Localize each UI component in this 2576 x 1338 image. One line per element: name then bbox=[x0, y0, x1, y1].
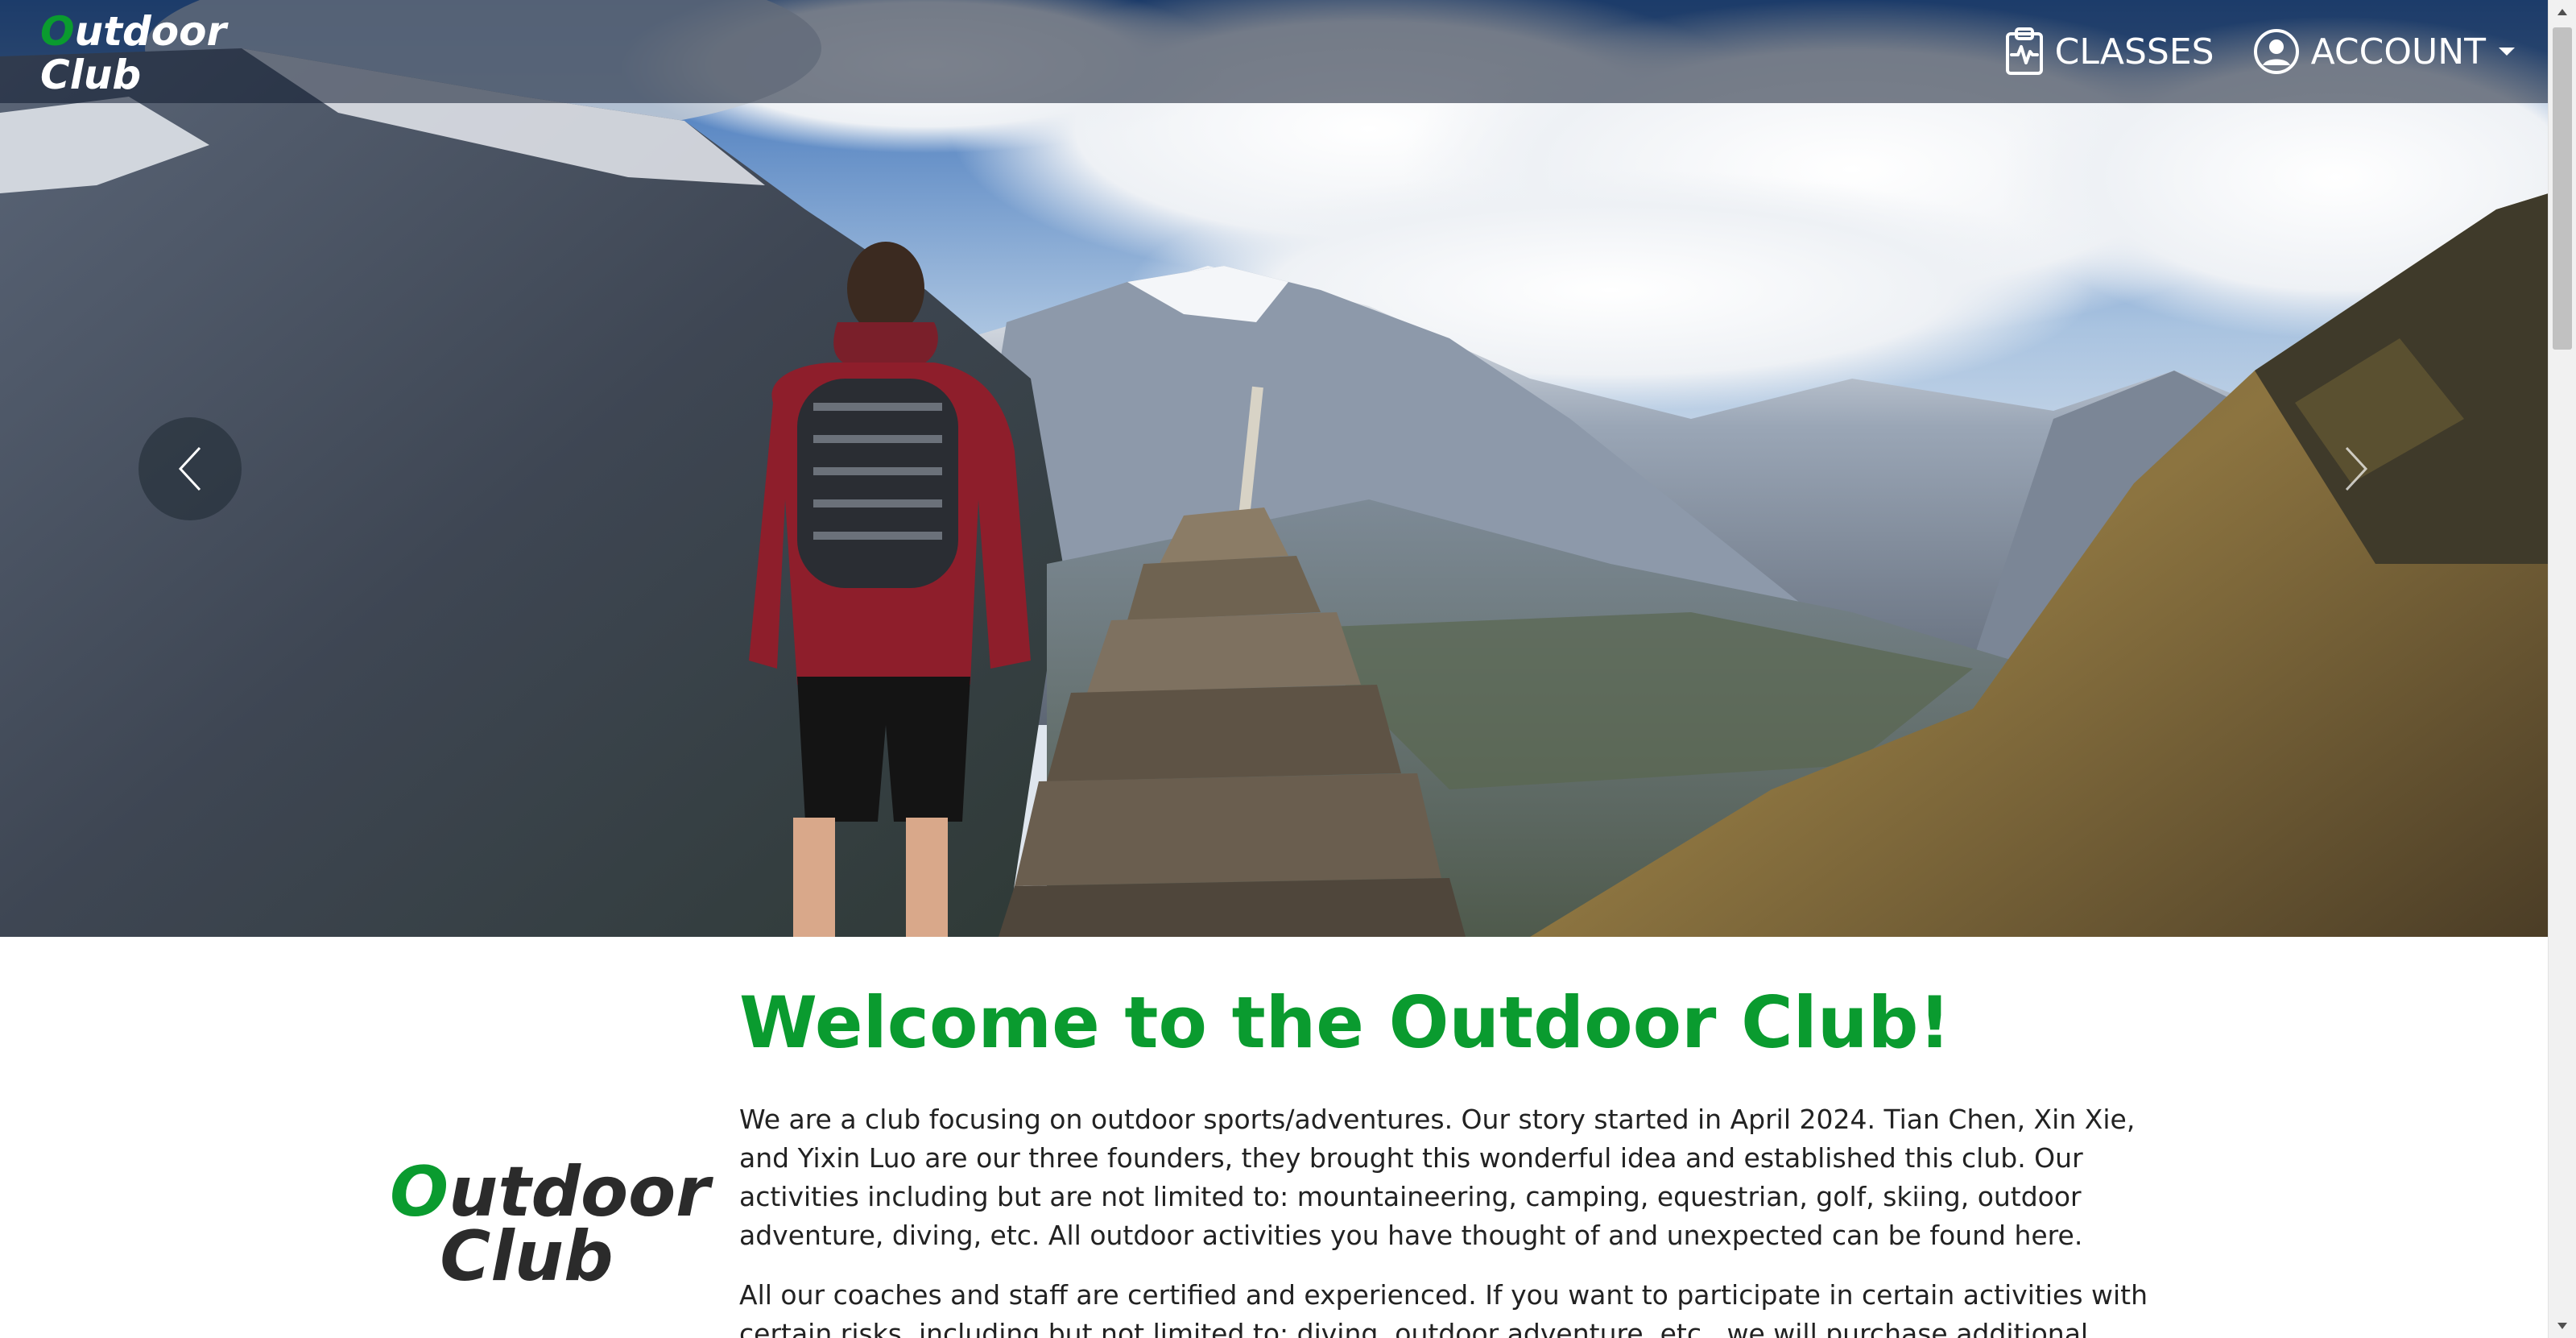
hero-image bbox=[0, 0, 2549, 937]
hero-carousel bbox=[0, 0, 2549, 937]
brand-rest: utdoor bbox=[74, 8, 227, 55]
chevron-left-icon bbox=[178, 446, 201, 491]
top-navbar: Outdoor Club CLASSES ACCOUNT bbox=[0, 0, 2549, 103]
nav-account-label: ACCOUNT bbox=[2310, 31, 2486, 72]
chevron-right-icon bbox=[2345, 446, 2368, 491]
nav-account-dropdown[interactable]: ACCOUNT bbox=[2253, 28, 2516, 75]
page: Outdoor Club CLASSES ACCOUNT Outdoor Clu… bbox=[0, 0, 2576, 1338]
side-logo-line1: Outdoor bbox=[390, 1158, 710, 1227]
caret-down-icon bbox=[2499, 48, 2515, 56]
page-scrollbar[interactable] bbox=[2548, 0, 2576, 1338]
brand-first-letter: O bbox=[40, 8, 75, 55]
scroll-down-arrow[interactable] bbox=[2549, 1314, 2576, 1338]
scroll-up-arrow[interactable] bbox=[2549, 0, 2576, 24]
carousel-prev-button[interactable] bbox=[139, 417, 242, 520]
carousel-next-button[interactable] bbox=[2305, 417, 2408, 520]
triangle-down-icon bbox=[2557, 1323, 2567, 1329]
staff-paragraph: All our coaches and staff are certified … bbox=[739, 1279, 2148, 1338]
scroll-thumb[interactable] bbox=[2553, 27, 2572, 350]
nav-classes-label: CLASSES bbox=[2054, 31, 2214, 72]
side-logo: Outdoor Club bbox=[390, 1158, 710, 1297]
nav-menu: CLASSES ACCOUNT bbox=[2005, 26, 2516, 77]
clipboard-pulse-icon bbox=[2005, 27, 2043, 75]
brand-line1: Outdoor bbox=[40, 10, 226, 53]
welcome-title: Welcome to the Outdoor Club! bbox=[739, 981, 1951, 1064]
nav-classes[interactable]: CLASSES bbox=[2005, 27, 2214, 76]
side-logo-line2: Club bbox=[440, 1216, 614, 1297]
brand-line2: Club bbox=[40, 52, 142, 98]
brand-logo[interactable]: Outdoor Club bbox=[40, 10, 226, 97]
triangle-up-icon bbox=[2557, 9, 2567, 15]
welcome-section: Welcome to the Outdoor Club! We are a cl… bbox=[739, 967, 2156, 1338]
intro-paragraph: We are a club focusing on outdoor sports… bbox=[739, 1104, 2136, 1251]
user-circle-icon bbox=[2253, 29, 2299, 74]
